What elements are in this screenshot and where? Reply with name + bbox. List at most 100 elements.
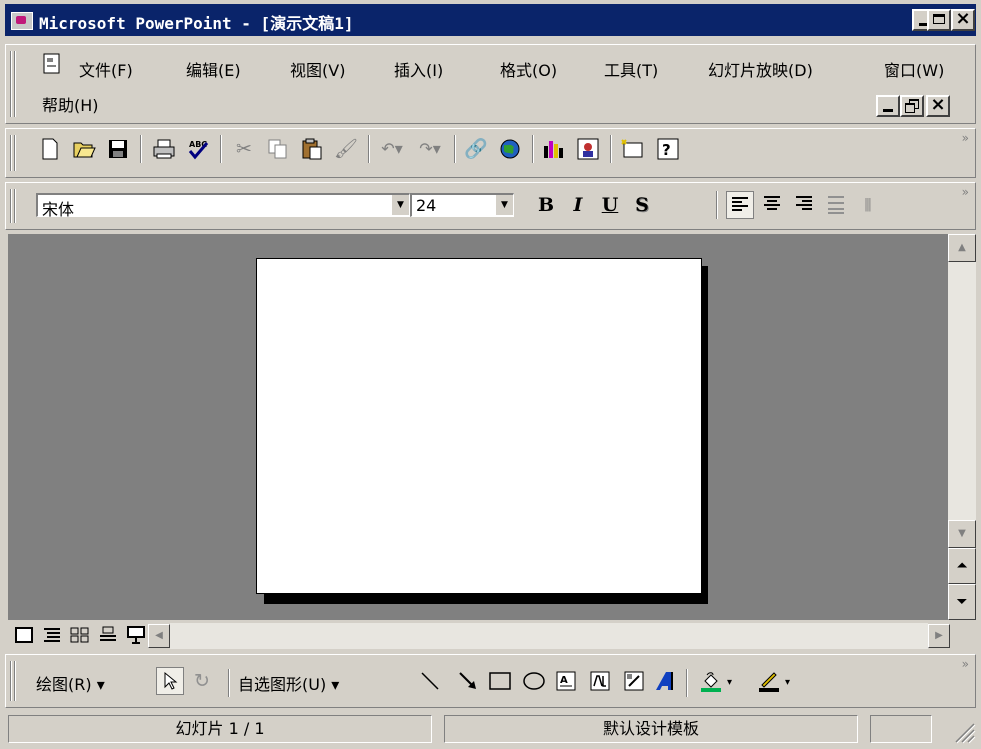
resize-grip-icon[interactable] xyxy=(950,718,976,744)
spelling-check-icon[interactable]: ABC xyxy=(184,135,212,163)
toolbar-grip[interactable] xyxy=(10,135,16,171)
menu-bar: 文件(F) 编辑(E) 视图(V) 插入(I) 格式(O) 工具(T) 幻灯片放… xyxy=(5,44,976,124)
insert-chart-icon[interactable] xyxy=(540,135,568,163)
print-icon[interactable] xyxy=(150,135,178,163)
close-icon: × xyxy=(930,94,946,115)
close-button[interactable]: × xyxy=(951,9,975,31)
formatting-toolbar: 宋体 ▼ 24 ▼ B I U S ⫼ » xyxy=(5,182,976,230)
text-shadow-button[interactable]: S xyxy=(628,191,656,219)
scroll-up-button[interactable]: ▲ xyxy=(948,234,976,262)
horizontal-scrollbar[interactable] xyxy=(170,623,928,649)
doc-close-button[interactable]: × xyxy=(926,95,950,117)
insert-hyperlink-icon[interactable]: 🔗 xyxy=(462,135,490,163)
toolbar-grip[interactable] xyxy=(10,189,16,223)
rectangle-tool-icon[interactable] xyxy=(486,667,514,695)
redo-icon[interactable]: ↷▾ xyxy=(416,135,444,163)
insert-wordart-icon[interactable] xyxy=(586,667,614,695)
align-center-icon[interactable] xyxy=(758,191,786,219)
scroll-down-button[interactable]: ▼ xyxy=(948,520,976,548)
font-size-combobox[interactable]: 24 ▼ xyxy=(410,193,514,217)
cut-icon[interactable]: ✂ xyxy=(230,135,258,163)
toolbar-options-chevron-icon[interactable]: » xyxy=(962,131,969,145)
font-name-value: 宋体 xyxy=(42,200,75,219)
svg-text:▾: ▾ xyxy=(785,677,790,688)
increase-line-spacing-icon[interactable] xyxy=(822,191,850,219)
separator xyxy=(686,669,688,697)
scroll-right-button[interactable]: ▶ xyxy=(928,624,950,648)
text-box-icon[interactable]: A xyxy=(552,667,580,695)
free-rotate-icon[interactable]: ↻ xyxy=(188,667,216,695)
doc-restore-button[interactable] xyxy=(900,95,924,117)
chevron-down-icon[interactable]: ▼ xyxy=(496,195,513,215)
copy-icon[interactable] xyxy=(264,135,292,163)
font-size-value: 24 xyxy=(416,196,437,215)
oval-tool-icon[interactable] xyxy=(520,667,548,695)
document-icon[interactable] xyxy=(42,53,62,75)
insert-picture-icon[interactable] xyxy=(650,667,678,695)
autoshapes-menu-label: 自选图形(U) xyxy=(238,675,327,694)
next-slide-button[interactable]: ⏷ xyxy=(948,584,976,620)
restore-icon xyxy=(905,99,919,113)
slide-sorter-view-icon[interactable] xyxy=(96,624,120,646)
underline-button[interactable]: U xyxy=(596,191,624,219)
decrease-line-spacing-icon[interactable]: ⫼ xyxy=(854,191,882,219)
maximize-icon xyxy=(933,14,945,24)
insert-diagram-icon[interactable] xyxy=(620,667,648,695)
select-objects-icon[interactable] xyxy=(156,667,184,695)
previous-slide-button[interactable]: ⏶ xyxy=(948,548,976,584)
menu-slideshow[interactable]: 幻灯片放映(D) xyxy=(708,57,813,81)
toolbar-options-chevron-icon[interactable]: » xyxy=(962,657,969,671)
view-bar: ◀ ▶ xyxy=(8,621,976,650)
slide-view-icon[interactable] xyxy=(68,624,92,646)
svg-text:▾: ▾ xyxy=(727,677,732,688)
italic-button[interactable]: I xyxy=(564,191,592,219)
chevron-down-icon[interactable]: ▼ xyxy=(392,195,409,215)
menu-window[interactable]: 窗口(W) xyxy=(884,57,944,81)
arrow-tool-icon[interactable] xyxy=(454,667,482,695)
paste-icon[interactable] xyxy=(298,135,326,163)
align-left-icon[interactable] xyxy=(726,191,754,219)
slide-show-view-icon[interactable] xyxy=(124,624,148,646)
menu-tools[interactable]: 工具(T) xyxy=(604,57,658,81)
open-folder-icon[interactable] xyxy=(70,135,98,163)
font-name-combobox[interactable]: 宋体 ▼ xyxy=(36,193,410,219)
status-design-template: 默认设计模板 xyxy=(444,715,858,743)
standard-toolbar: ABC ✂ 🖌 ↶▾ ↷▾ 🔗 ? » xyxy=(5,128,976,178)
undo-icon[interactable]: ↶▾ xyxy=(378,135,406,163)
line-color-icon[interactable]: ▾ xyxy=(756,667,806,695)
scroll-left-button[interactable]: ◀ xyxy=(148,624,170,648)
draw-menu-button[interactable]: 绘图(R) ▾ xyxy=(36,671,105,695)
powerpoint-app-icon[interactable] xyxy=(11,12,33,30)
insert-clipart-icon[interactable] xyxy=(574,135,602,163)
menu-edit[interactable]: 编辑(E) xyxy=(186,57,241,81)
vertical-scrollbar[interactable]: ▲ ▼ ⏶ ⏷ xyxy=(948,234,976,620)
slide-canvas[interactable] xyxy=(256,258,702,594)
menu-file[interactable]: 文件(F) xyxy=(79,57,133,81)
web-toolbar-icon[interactable] xyxy=(496,135,524,163)
outline-view-icon[interactable] xyxy=(40,624,64,646)
office-assistant-icon[interactable]: ? xyxy=(654,135,682,163)
toolbar-grip[interactable] xyxy=(10,661,16,701)
menu-view[interactable]: 视图(V) xyxy=(290,57,345,81)
title-bar[interactable]: Microsoft PowerPoint - [演示文稿1] × xyxy=(5,4,976,36)
new-document-icon[interactable] xyxy=(36,135,64,163)
bold-button[interactable]: B xyxy=(532,191,560,219)
toolbar-options-chevron-icon[interactable]: » xyxy=(962,185,969,199)
doc-minimize-button[interactable] xyxy=(876,95,900,117)
menu-grip[interactable] xyxy=(10,51,16,117)
new-slide-icon[interactable] xyxy=(618,135,646,163)
menu-insert[interactable]: 插入(I) xyxy=(394,57,443,81)
normal-view-icon[interactable] xyxy=(12,624,36,646)
format-painter-icon[interactable]: 🖌 xyxy=(332,135,360,163)
menu-format[interactable]: 格式(O) xyxy=(500,57,557,81)
status-empty-cell xyxy=(870,715,932,743)
fill-color-icon[interactable]: ▾ xyxy=(698,667,748,695)
maximize-button[interactable] xyxy=(927,9,951,31)
separator xyxy=(532,135,534,163)
menu-help[interactable]: 帮助(H) xyxy=(42,92,99,116)
save-icon[interactable] xyxy=(104,135,132,163)
align-right-icon[interactable] xyxy=(790,191,818,219)
powerpoint-window: Microsoft PowerPoint - [演示文稿1] × 文件(F) 编… xyxy=(0,0,981,749)
autoshapes-menu-button[interactable]: 自选图形(U) ▾ xyxy=(238,671,339,695)
line-tool-icon[interactable] xyxy=(416,667,444,695)
